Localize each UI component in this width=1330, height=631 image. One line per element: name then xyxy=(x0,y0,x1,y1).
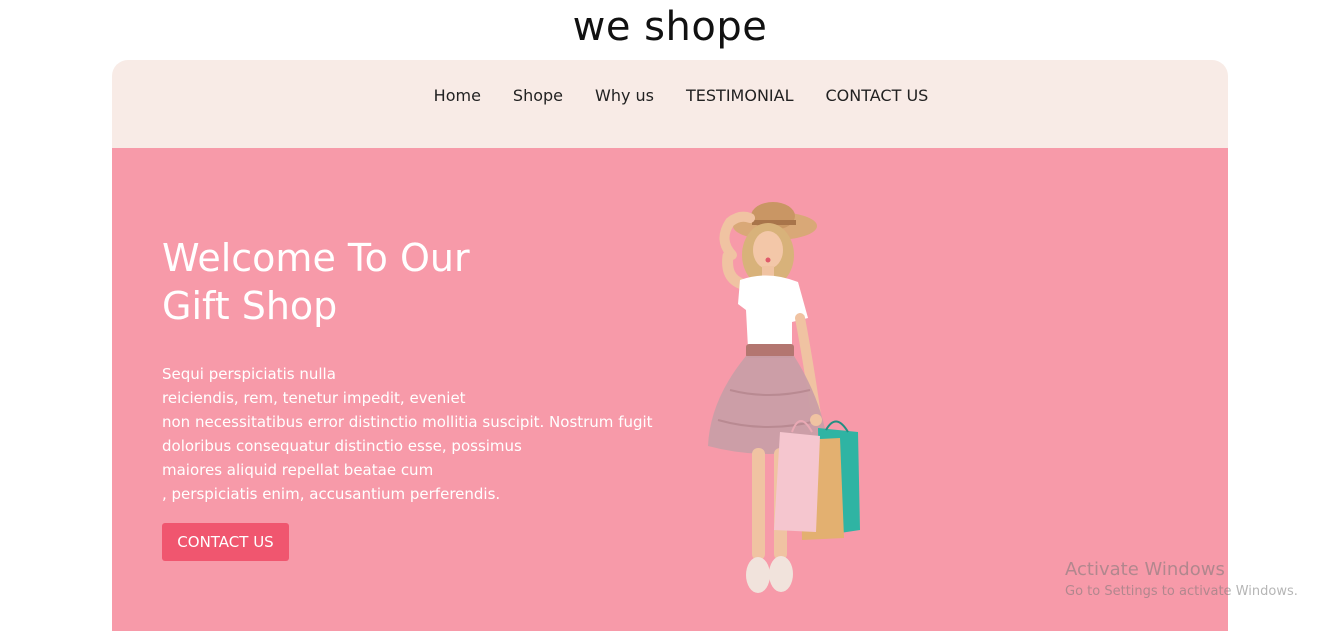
hero-description-line: non necessitatibus error distinctio moll… xyxy=(162,413,653,431)
watermark-title: Activate Windows xyxy=(1065,559,1225,580)
nav-link-contact-us[interactable]: CONTACT US xyxy=(826,84,929,108)
hero-description-line: maiores aliquid repellat beatae cum xyxy=(162,461,434,479)
hero-title: Welcome To Our Gift Shop xyxy=(162,234,582,330)
nav-link-why-us[interactable]: Why us xyxy=(595,84,654,108)
site-title: we shope xyxy=(572,4,768,50)
activate-windows-watermark: Activate Windows Go to Settings to activ… xyxy=(1065,559,1298,601)
hero-description: Sequi perspiciatis nulla reiciendis, rem… xyxy=(162,362,702,506)
nav-list: Home Shope Why us TESTIMONIAL CONTACT US xyxy=(112,84,1228,108)
hero-title-line-2: Gift Shop xyxy=(162,284,338,328)
contact-us-button[interactable]: CONTACT US xyxy=(162,523,289,561)
hero-description-line: Sequi perspiciatis nulla xyxy=(162,365,336,383)
top-navigation: Home Shope Why us TESTIMONIAL CONTACT US xyxy=(112,60,1228,148)
hero-section: Welcome To Our Gift Shop Sequi perspicia… xyxy=(112,148,1228,631)
hero-title-line-1: Welcome To Our xyxy=(162,236,470,280)
hero-description-line: doloribus consequatur distinctio esse, p… xyxy=(162,437,522,455)
nav-link-shope[interactable]: Shope xyxy=(513,84,563,108)
hero-description-line: , perspiciatis enim, accusantium perfere… xyxy=(162,485,501,503)
watermark-subtitle: Go to Settings to activate Windows. xyxy=(1065,584,1298,599)
girl-with-shopping-bags-image xyxy=(708,202,860,593)
hero-description-line: reiciendis, rem, tenetur impedit, evenie… xyxy=(162,389,466,407)
nav-link-testimonial[interactable]: TESTIMONIAL xyxy=(686,84,793,108)
nav-link-home[interactable]: Home xyxy=(434,84,481,108)
